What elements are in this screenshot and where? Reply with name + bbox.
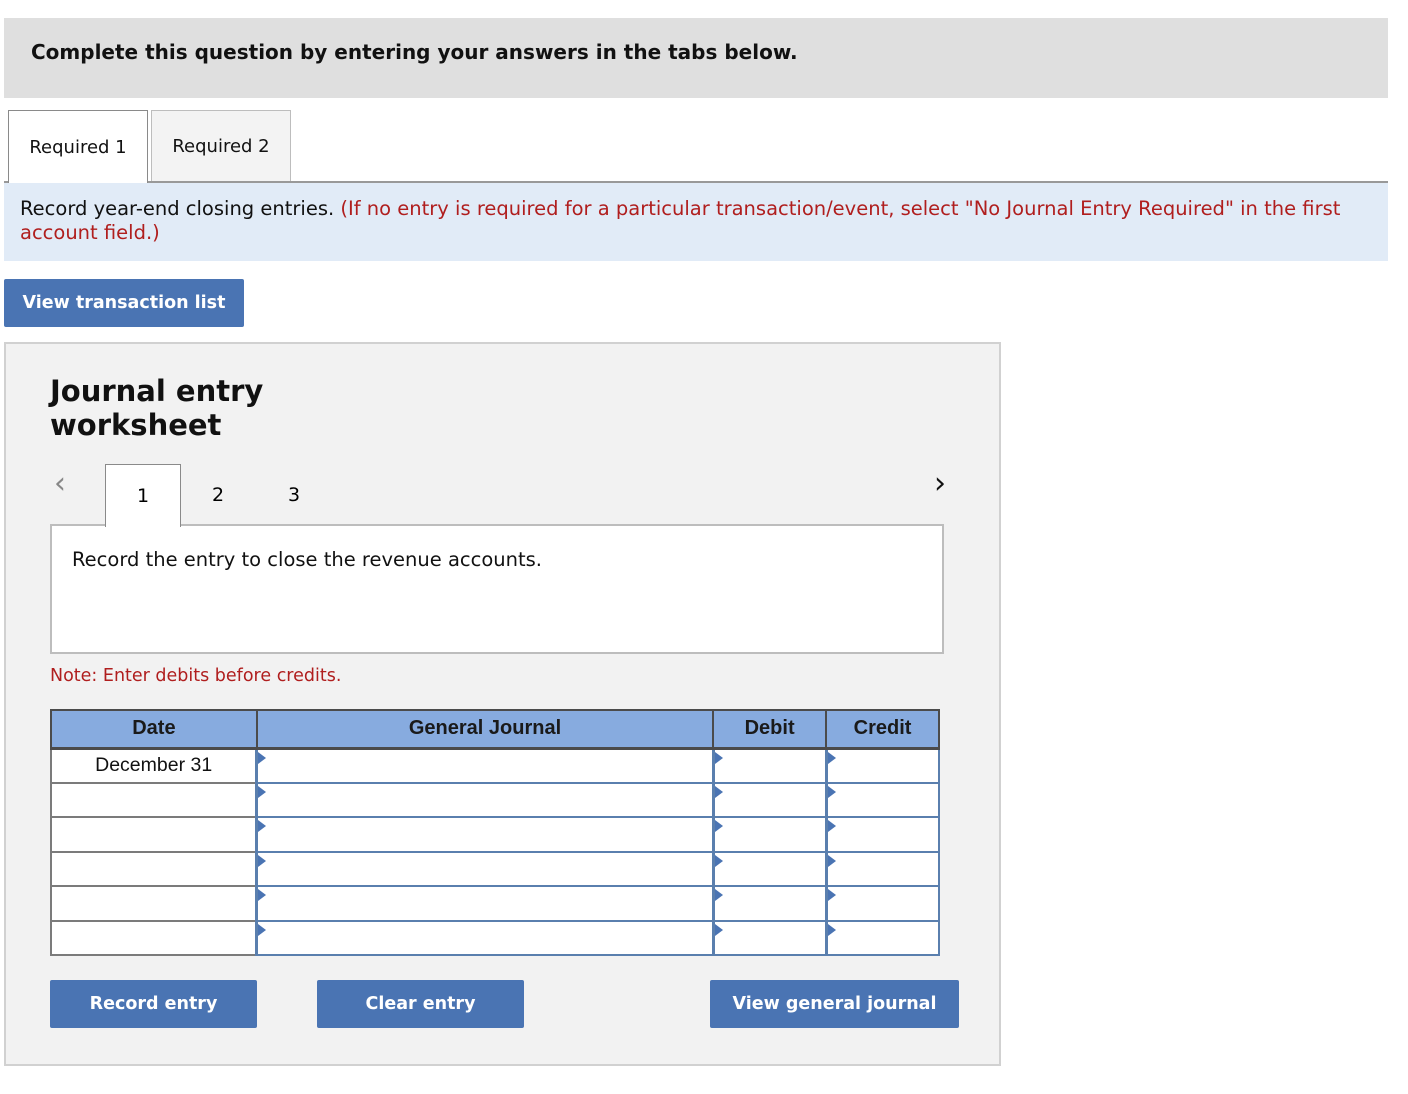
date-cell[interactable]: [50, 781, 258, 818]
entry-description-box: Record the entry to close the revenue ac…: [50, 524, 944, 654]
page-tab-1[interactable]: 1: [105, 464, 181, 527]
date-cell[interactable]: [50, 816, 258, 853]
entry-description: Record the entry to close the revenue ac…: [72, 548, 543, 571]
credit-input[interactable]: [824, 781, 940, 818]
credit-input[interactable]: [824, 747, 940, 784]
date-cell[interactable]: [50, 850, 258, 887]
debit-input[interactable]: [711, 850, 828, 887]
chevron-left-icon[interactable]: ‹: [54, 469, 66, 499]
credit-column-header: Credit: [825, 709, 940, 750]
page-tab-2[interactable]: 2: [180, 464, 256, 526]
page-tab-3[interactable]: 3: [256, 464, 332, 526]
account-select[interactable]: [255, 747, 715, 784]
view-general-journal-button[interactable]: View general journal: [710, 980, 959, 1028]
tab-required-2[interactable]: Required 2: [151, 110, 291, 182]
debit-input[interactable]: [711, 816, 828, 853]
account-select[interactable]: [255, 885, 715, 922]
credit-input[interactable]: [824, 816, 940, 853]
general-journal-column-header: General Journal: [255, 709, 715, 750]
date-cell[interactable]: December 31: [50, 747, 258, 784]
journal-entry-worksheet-panel: Journal entry worksheet ‹ 1 2 3 › Record…: [4, 342, 1001, 1066]
record-entry-button[interactable]: Record entry: [50, 980, 257, 1028]
account-select[interactable]: [255, 816, 715, 853]
table-row: [50, 919, 940, 956]
tab-required-1[interactable]: Required 1: [8, 110, 148, 183]
header-text: Complete this question by entering your …: [31, 40, 798, 64]
clear-entry-button[interactable]: Clear entry: [317, 980, 524, 1028]
debit-input[interactable]: [711, 747, 828, 784]
table-row: December 31: [50, 747, 940, 784]
credit-input[interactable]: [824, 919, 940, 956]
question-header: Complete this question by entering your …: [4, 18, 1388, 98]
table-row: [50, 850, 940, 887]
date-cell[interactable]: [50, 885, 258, 922]
date-column-header: Date: [50, 709, 258, 750]
debit-input[interactable]: [711, 781, 828, 818]
account-select[interactable]: [255, 850, 715, 887]
debit-column-header: Debit: [712, 709, 828, 750]
table-row: [50, 781, 940, 818]
credit-input[interactable]: [824, 885, 940, 922]
account-select[interactable]: [255, 781, 715, 818]
date-cell[interactable]: [50, 919, 258, 956]
table-row: [50, 885, 940, 922]
debit-input[interactable]: [711, 885, 828, 922]
journal-table: Date General Journal Debit Credit Decemb…: [50, 709, 940, 956]
account-select[interactable]: [255, 919, 715, 956]
debits-note: Note: Enter debits before credits.: [50, 666, 342, 686]
view-transaction-list-button[interactable]: View transaction list: [4, 279, 244, 327]
table-row: [50, 816, 940, 853]
credit-input[interactable]: [824, 850, 940, 887]
chevron-right-icon[interactable]: ›: [934, 469, 946, 499]
instructions-banner: Record year-end closing entries. (If no …: [4, 183, 1388, 261]
instructions-main: Record year-end closing entries.: [20, 197, 335, 220]
debit-input[interactable]: [711, 919, 828, 956]
worksheet-title: Journal entry worksheet: [50, 374, 264, 442]
